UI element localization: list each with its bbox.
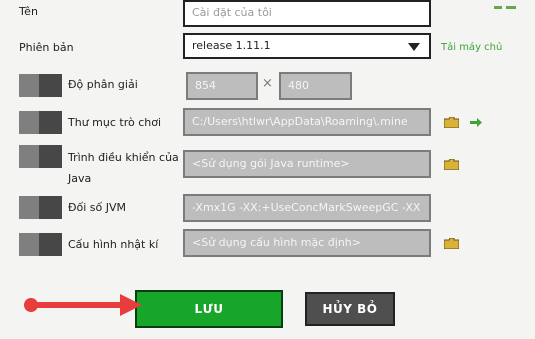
download-link-fragment (494, 6, 502, 9)
cancel-button[interactable]: HỦY BỎ (305, 292, 395, 326)
save-button[interactable]: LƯU (135, 290, 283, 328)
resolution-height-input[interactable]: 480 (279, 72, 352, 100)
folder-icon[interactable] (444, 159, 459, 170)
resolution-height-value: 480 (288, 79, 309, 92)
resolution-label: Độ phân giải (68, 78, 138, 91)
java-exec-placeholder: <Sử dụng gói Java runtime> (192, 157, 350, 170)
jvm-args-value: -Xmx1G -XX:+UseConcMarkSweepGC -XX (192, 201, 421, 214)
download-link-fragment (506, 6, 516, 9)
resolution-width-input[interactable]: 854 (186, 72, 258, 100)
folder-icon[interactable] (444, 238, 459, 249)
dropdown-caret-icon (408, 43, 420, 51)
folder-icon[interactable] (444, 117, 459, 128)
jvm-args-label: Đối số JVM (68, 201, 127, 214)
resolution-toggle[interactable] (19, 74, 62, 97)
save-button-label: LƯU (194, 302, 224, 316)
resolution-width-value: 854 (195, 79, 216, 92)
cancel-button-label: HỦY BỎ (322, 302, 378, 316)
annotation-arrow (24, 294, 142, 316)
log-config-input[interactable]: <Sử dụng cấu hình mặc định> (183, 229, 431, 257)
java-exec-label: Trình điều khiển của Java (68, 151, 179, 185)
version-select[interactable]: release 1.11.1 (183, 33, 431, 59)
game-dir-label: Thư mục trò chơi (68, 116, 162, 129)
resolution-separator: × (262, 76, 273, 91)
version-value: release 1.11.1 (192, 39, 271, 52)
download-server-link[interactable]: Tải máy chủ (441, 40, 502, 55)
name-label: Tên (19, 5, 38, 18)
log-config-label: Cấu hình nhật kí (68, 238, 159, 251)
java-exec-input[interactable]: <Sử dụng gói Java runtime> (183, 150, 431, 178)
game-dir-value: C:/Users\htlwr\AppData\Roaming\.mine (192, 115, 408, 128)
jvm-args-input[interactable]: -Xmx1G -XX:+UseConcMarkSweepGC -XX (183, 194, 431, 222)
game-dir-input[interactable]: C:/Users\htlwr\AppData\Roaming\.mine (183, 108, 431, 136)
arrow-right-icon[interactable] (470, 118, 482, 127)
log-config-placeholder: <Sử dụng cấu hình mặc định> (192, 236, 361, 249)
name-placeholder: Cài đặt của tôi (192, 6, 272, 19)
game-dir-toggle[interactable] (19, 111, 62, 134)
java-exec-toggle[interactable] (19, 145, 62, 168)
log-config-toggle[interactable] (19, 233, 62, 256)
jvm-args-toggle[interactable] (19, 196, 62, 219)
version-label: Phiên bản (19, 41, 74, 54)
name-input[interactable]: Cài đặt của tôi (183, 0, 431, 27)
